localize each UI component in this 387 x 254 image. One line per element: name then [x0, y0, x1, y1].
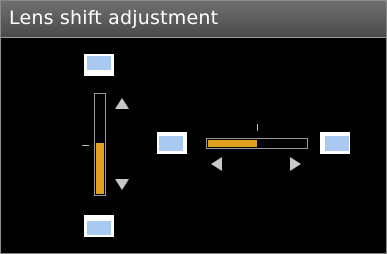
- dialog-title: Lens shift adjustment: [9, 7, 219, 29]
- horizontal-center-tick: [257, 124, 258, 131]
- arrow-right-icon[interactable]: [290, 157, 301, 171]
- screen-left-icon: [157, 132, 187, 154]
- vertical-shift-bar[interactable]: [94, 93, 106, 196]
- screen-right-icon: [320, 132, 350, 154]
- horizontal-shift-bar[interactable]: [206, 138, 308, 149]
- vertical-shift-level: [96, 143, 104, 194]
- vertical-center-tick: [82, 145, 89, 146]
- arrow-left-icon[interactable]: [211, 157, 222, 171]
- title-bar: Lens shift adjustment: [1, 1, 386, 38]
- screen-top-icon: [84, 54, 114, 76]
- lens-shift-dialog: Lens shift adjustment: [0, 0, 387, 254]
- horizontal-shift-level: [208, 140, 257, 147]
- arrow-up-icon[interactable]: [115, 98, 129, 109]
- arrow-down-icon[interactable]: [115, 179, 129, 190]
- screen-bottom-icon: [84, 215, 114, 237]
